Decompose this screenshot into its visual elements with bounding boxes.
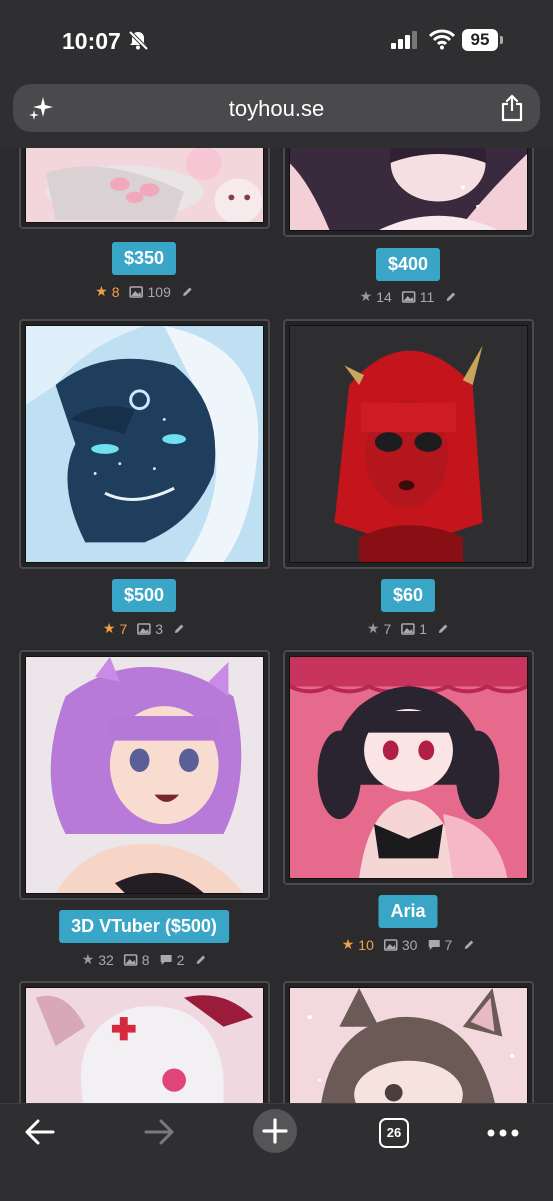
star-icon: ★ xyxy=(366,620,380,636)
character-stats: ★ 14 11 xyxy=(360,288,457,305)
character-thumbnail[interactable] xyxy=(19,650,270,900)
bell-muted-icon xyxy=(128,30,149,51)
star-icon: ★ xyxy=(81,951,95,967)
more-icon[interactable] xyxy=(486,1128,520,1138)
character-gallery: $350 ★ 8 109 $400 ★ 14 11 $500 ★ 7 3 $60… xyxy=(0,148,553,1103)
battery-nub xyxy=(500,36,503,44)
cellular-signal-icon xyxy=(391,31,417,49)
character-thumbnail[interactable] xyxy=(283,650,534,885)
battery-level: 95 xyxy=(462,29,498,51)
pencil-icon xyxy=(464,940,473,949)
status-time: 10:07 xyxy=(62,28,121,54)
character-name-label[interactable]: $350 xyxy=(111,242,177,275)
pencil-icon xyxy=(439,624,448,633)
pencil-icon xyxy=(446,292,455,301)
character-art xyxy=(289,656,528,879)
images-count: 30 xyxy=(401,936,418,953)
comments-count: 7 xyxy=(444,936,453,953)
character-stats: ★ 8 109 xyxy=(95,283,193,300)
character-stats: ★ 32 8 2 xyxy=(82,951,207,968)
character-art xyxy=(25,148,264,223)
image-icon xyxy=(384,938,398,951)
favorites-count: 7 xyxy=(383,620,392,637)
images-count: 11 xyxy=(419,288,435,305)
comment-icon xyxy=(428,939,440,950)
character-name-label[interactable]: Aria xyxy=(378,895,438,928)
character-name-label[interactable]: $60 xyxy=(380,579,436,612)
star-icon: ★ xyxy=(95,283,108,299)
comments-count: 2 xyxy=(176,951,185,968)
star-icon: ★ xyxy=(341,936,355,952)
wifi-icon xyxy=(429,29,455,50)
favorites-count: 32 xyxy=(98,951,114,968)
image-icon xyxy=(401,622,416,635)
url-text[interactable]: toyhou.se xyxy=(13,96,540,122)
comment-icon xyxy=(160,954,172,965)
images-count: 109 xyxy=(147,283,171,300)
character-art xyxy=(25,656,264,894)
back-icon[interactable] xyxy=(24,1118,56,1146)
character-art xyxy=(289,325,528,563)
star-icon: ★ xyxy=(102,620,116,636)
image-icon xyxy=(137,622,152,635)
character-name-label[interactable]: $500 xyxy=(111,579,177,612)
tabs-button[interactable]: 26 xyxy=(379,1118,409,1148)
character-stats: ★ 7 3 xyxy=(103,620,185,637)
character-thumbnail[interactable] xyxy=(283,981,534,1103)
character-thumbnail[interactable] xyxy=(19,981,270,1103)
favorites-count: 10 xyxy=(358,936,374,953)
character-art xyxy=(289,987,528,1103)
image-icon xyxy=(123,953,138,966)
image-icon xyxy=(129,285,144,298)
new-tab-button[interactable] xyxy=(253,1109,297,1153)
new-tab-icon xyxy=(262,1118,288,1144)
pencil-icon xyxy=(182,287,192,296)
forward-icon[interactable] xyxy=(143,1118,175,1146)
status-bar: 10:07 95 xyxy=(0,0,553,78)
favorites-count: 8 xyxy=(111,283,120,300)
character-thumbnail[interactable] xyxy=(283,319,534,569)
character-thumbnail[interactable] xyxy=(283,148,534,237)
character-stats: ★ 7 1 xyxy=(367,620,449,637)
character-art xyxy=(289,148,528,231)
character-art xyxy=(25,325,264,563)
pencil-icon xyxy=(196,955,205,964)
images-count: 1 xyxy=(419,620,428,637)
character-thumbnail[interactable] xyxy=(19,319,270,569)
character-name-label[interactable]: $400 xyxy=(375,248,441,281)
character-thumbnail[interactable] xyxy=(19,148,270,229)
pencil-icon xyxy=(175,624,184,633)
favorites-count: 14 xyxy=(376,288,392,305)
image-icon xyxy=(401,290,416,303)
images-count: 3 xyxy=(155,620,164,637)
share-icon[interactable] xyxy=(500,94,524,122)
browser-toolbar: 26 xyxy=(0,1103,553,1201)
favorites-count: 7 xyxy=(119,620,128,637)
character-stats: ★ 10 30 7 xyxy=(342,936,475,953)
character-art xyxy=(25,987,264,1103)
character-name-label[interactable]: 3D VTuber ($500) xyxy=(59,910,229,943)
address-bar[interactable]: toyhou.se xyxy=(13,84,540,132)
browser-top-bar: toyhou.se xyxy=(0,78,553,148)
images-count: 8 xyxy=(141,951,150,968)
star-icon: ★ xyxy=(359,288,373,304)
